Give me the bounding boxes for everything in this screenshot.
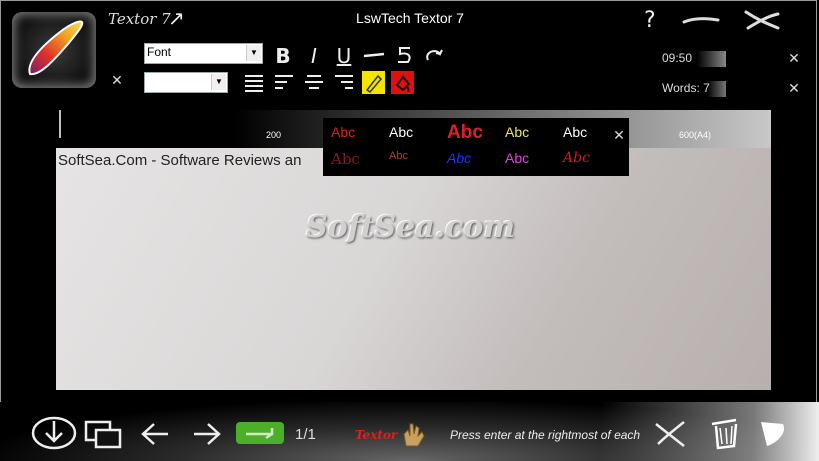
- text-color-button[interactable]: [391, 71, 414, 94]
- textor-brand-logo: Textor: [355, 428, 398, 442]
- arrow-right-icon: [194, 423, 221, 445]
- undo-button[interactable]: [392, 44, 416, 66]
- page-indicator: 1/1: [295, 426, 316, 443]
- arrow-up-right-icon[interactable]: ↗: [168, 6, 185, 30]
- redo-icon: [426, 49, 443, 61]
- watermark-text: SoftSea.com: [306, 210, 516, 245]
- hand-cursor-icon: [400, 420, 426, 448]
- save-button[interactable]: [30, 415, 78, 451]
- textor-logo-word: Textor 7: [108, 10, 171, 28]
- clear-button[interactable]: [652, 420, 688, 448]
- word-count-display: Words: 7: [662, 81, 726, 97]
- style-swatch-4[interactable]: Abc: [505, 124, 529, 140]
- arrow-left-icon: [141, 423, 168, 445]
- redo-button[interactable]: [422, 44, 446, 66]
- style-swatch-9[interactable]: Abc: [505, 150, 529, 166]
- style-swatch-5[interactable]: Abc: [563, 124, 587, 140]
- paint-bucket-icon: [395, 75, 411, 92]
- underline-button[interactable]: U: [333, 44, 355, 68]
- align-right-button[interactable]: [333, 72, 355, 94]
- go-button[interactable]: [236, 422, 284, 444]
- style-swatch-1[interactable]: Abc: [331, 124, 355, 140]
- close-toolbar-icon[interactable]: ✕: [109, 72, 125, 88]
- close-palette-icon[interactable]: ✕: [611, 127, 627, 143]
- ruler-indent-marker[interactable]: [56, 110, 64, 140]
- flag-icon: [761, 422, 785, 446]
- brush-icon: [28, 20, 84, 76]
- forward-button[interactable]: [190, 418, 224, 450]
- align-left-button[interactable]: [273, 72, 295, 94]
- ruler-label-200: 200: [266, 130, 282, 140]
- strikethrough-icon: [363, 52, 385, 58]
- exit-button[interactable]: [757, 418, 789, 448]
- style-swatch-8[interactable]: Abc: [447, 150, 471, 166]
- style-swatch-3[interactable]: Abc: [447, 122, 483, 144]
- minimize-button[interactable]: [680, 8, 720, 32]
- style-swatch-10[interactable]: Abc: [563, 150, 590, 166]
- document-page[interactable]: [56, 148, 771, 390]
- highlight-button[interactable]: [362, 71, 385, 94]
- download-circle-icon: [31, 416, 77, 450]
- minimize-icon: [682, 17, 720, 24]
- style-swatch-2[interactable]: Abc: [389, 124, 413, 140]
- style-swatch-6[interactable]: Abc: [331, 150, 360, 168]
- document-text[interactable]: SoftSea.Com - Software Reviews an: [58, 152, 301, 169]
- undo-icon: [398, 47, 411, 63]
- align-justify-icon: [245, 75, 263, 92]
- strikethrough-button[interactable]: [362, 44, 386, 66]
- close-icon: [744, 10, 780, 30]
- close-clock-icon[interactable]: ✕: [786, 50, 802, 66]
- clock-display: 09:50: [662, 51, 726, 67]
- font-combo[interactable]: Font ▼: [144, 43, 263, 64]
- help-icon[interactable]: ?: [644, 8, 656, 33]
- text-style-palette: Abc Abc Abc Abc Abc Abc Abc Abc Abc Abc ✕: [323, 118, 629, 176]
- trash-icon: [711, 418, 738, 450]
- font-combo-value: Font: [147, 45, 172, 59]
- cross-icon: [655, 421, 685, 447]
- font-size-combo[interactable]: ▼: [144, 72, 228, 93]
- ruler-label-a4: 600(A4): [679, 130, 712, 140]
- chevron-down-icon[interactable]: ▼: [246, 45, 261, 61]
- indent-marker-icon: [59, 110, 61, 138]
- enter-arrow-icon: [246, 428, 274, 440]
- window-title: LswTech Textor 7: [356, 10, 464, 26]
- trash-button[interactable]: [704, 414, 744, 450]
- align-center-icon: [305, 75, 323, 89]
- style-swatch-7[interactable]: Abc: [389, 150, 408, 162]
- new-window-button[interactable]: [84, 418, 124, 450]
- align-left-icon: [275, 75, 293, 89]
- italic-button[interactable]: I: [303, 44, 325, 68]
- align-right-icon: [335, 75, 353, 89]
- chevron-down-icon[interactable]: ▼: [211, 74, 226, 90]
- windows-icon: [84, 420, 122, 449]
- app-logo-button[interactable]: [12, 12, 96, 88]
- bold-button[interactable]: B: [272, 44, 294, 68]
- justify-button[interactable]: [243, 72, 265, 94]
- align-center-button[interactable]: [303, 72, 325, 94]
- highlighter-pen-icon: [365, 74, 383, 93]
- hint-text: Press enter at the rightmost of each: [450, 428, 641, 442]
- close-wordcount-icon[interactable]: ✕: [786, 80, 802, 96]
- back-button[interactable]: [138, 418, 172, 450]
- close-window-button[interactable]: [742, 8, 782, 32]
